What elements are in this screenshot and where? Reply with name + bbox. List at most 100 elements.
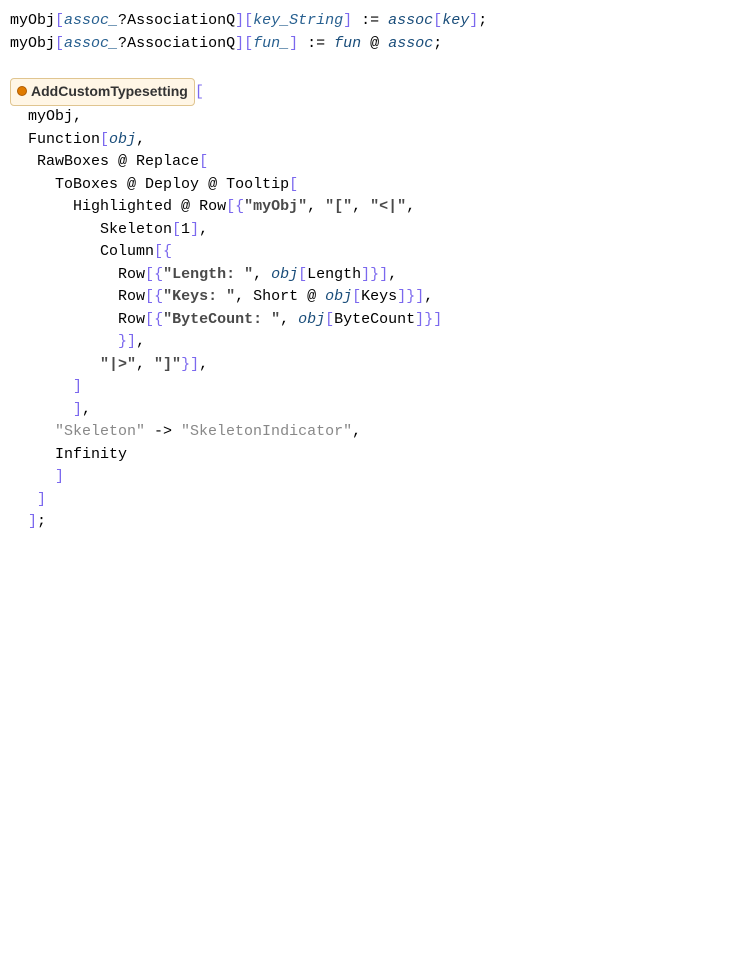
symbol: myObj <box>10 35 55 52</box>
symbol: myObj <box>28 108 73 125</box>
bracket: [ <box>145 311 154 328</box>
code-line: ]; <box>10 511 740 534</box>
bracket: ] <box>127 333 136 350</box>
comma: , <box>406 198 415 215</box>
bracket: [ <box>298 266 307 283</box>
qmark: ? <box>118 35 127 52</box>
bracket: ] <box>361 266 370 283</box>
number: 1 <box>181 221 190 238</box>
at: @ <box>361 35 388 52</box>
comma: , <box>424 288 433 305</box>
code-line: Highlighted @ Row[{"myObj", "[", "<|", <box>10 196 740 219</box>
comma: , <box>235 288 253 305</box>
var: obj <box>325 288 352 305</box>
bracket: ] <box>37 491 46 508</box>
comma: , <box>253 266 271 283</box>
brace: { <box>235 198 244 215</box>
bracket: ] <box>415 288 424 305</box>
code-line-2: myObj[assoc_?AssociationQ][fun_] := fun … <box>10 33 740 56</box>
string: "|>" <box>100 356 136 373</box>
comma: , <box>280 311 298 328</box>
comma: , <box>199 356 208 373</box>
var: obj <box>271 266 298 283</box>
bracket: [ <box>55 35 64 52</box>
comma: , <box>136 131 145 148</box>
bracket: [ <box>172 221 181 238</box>
code-line: }], <box>10 331 740 354</box>
bracket: ] <box>190 221 199 238</box>
code-line-resource: AddCustomTypesetting [ <box>10 78 740 107</box>
bracket: ] <box>289 35 298 52</box>
string: "Length: " <box>163 266 253 283</box>
bracket: [ <box>433 12 442 29</box>
code-line: ] <box>10 489 740 512</box>
symbol: myObj <box>10 12 55 29</box>
code-line: RawBoxes @ Replace[ <box>10 151 740 174</box>
at: @ <box>109 153 136 170</box>
comma: , <box>73 108 82 125</box>
bracket: [ <box>352 288 361 305</box>
code-line: "|>", "]"}], <box>10 354 740 377</box>
var: obj <box>298 311 325 328</box>
string: "ByteCount: " <box>163 311 280 328</box>
code-line: ], <box>10 399 740 422</box>
fn-name: Tooltip <box>226 176 289 193</box>
string: "Keys: " <box>163 288 235 305</box>
comma: , <box>136 356 154 373</box>
var: assoc <box>388 35 433 52</box>
brace: { <box>154 266 163 283</box>
semi: ; <box>37 513 46 530</box>
fn-name: Skeleton <box>100 221 172 238</box>
bracket: ] <box>28 513 37 530</box>
fn-name: Column <box>100 243 154 260</box>
bracket: [ <box>145 288 154 305</box>
fn-name: Row <box>199 198 226 215</box>
code-line: Function[obj, <box>10 129 740 152</box>
var: fun <box>334 35 361 52</box>
resource-name: AddCustomTypesetting <box>31 83 188 99</box>
semi: ; <box>433 35 442 52</box>
bracket: ] <box>73 378 82 395</box>
at: @ <box>199 176 226 193</box>
bracket: [ <box>195 83 204 100</box>
code-line: "Skeleton" -> "SkeletonIndicator", <box>10 421 740 444</box>
fn-name: Replace <box>136 153 199 170</box>
bracket: ] <box>397 288 406 305</box>
fn-name: Short <box>253 288 298 305</box>
code-line: myObj, <box>10 106 740 129</box>
bracket: ] <box>190 356 199 373</box>
comma: , <box>136 333 145 350</box>
at: @ <box>298 288 325 305</box>
brace: } <box>406 288 415 305</box>
var: assoc <box>388 12 433 29</box>
fn-name: Length <box>307 266 361 283</box>
brace: { <box>154 311 163 328</box>
pattern: fun_ <box>253 35 289 52</box>
brace: } <box>181 356 190 373</box>
code-line: Infinity <box>10 444 740 467</box>
at: @ <box>118 176 145 193</box>
pattern: assoc_ <box>64 35 118 52</box>
fn-name: Function <box>28 131 100 148</box>
bracket: ] <box>433 311 442 328</box>
string: "SkeletonIndicator" <box>181 423 352 440</box>
code-line-1: myObj[assoc_?AssociationQ][key_String] :… <box>10 10 740 33</box>
resource-function-box: AddCustomTypesetting <box>10 78 195 107</box>
pattern: key_String <box>253 12 343 29</box>
fn-name: RawBoxes <box>37 153 109 170</box>
fn-name: Row <box>118 311 145 328</box>
fn-name: Row <box>118 266 145 283</box>
bracket: [ <box>199 153 208 170</box>
bracket: ][ <box>235 12 253 29</box>
brace: } <box>370 266 379 283</box>
brace: } <box>424 311 433 328</box>
semi: ; <box>478 12 487 29</box>
fn-name: Keys <box>361 288 397 305</box>
comma: , <box>199 221 208 238</box>
bracket: ] <box>55 468 64 485</box>
bracket: [ <box>226 198 235 215</box>
pattern: assoc_ <box>64 12 118 29</box>
comma: , <box>352 423 361 440</box>
string: "]" <box>154 356 181 373</box>
string: "myObj" <box>244 198 307 215</box>
